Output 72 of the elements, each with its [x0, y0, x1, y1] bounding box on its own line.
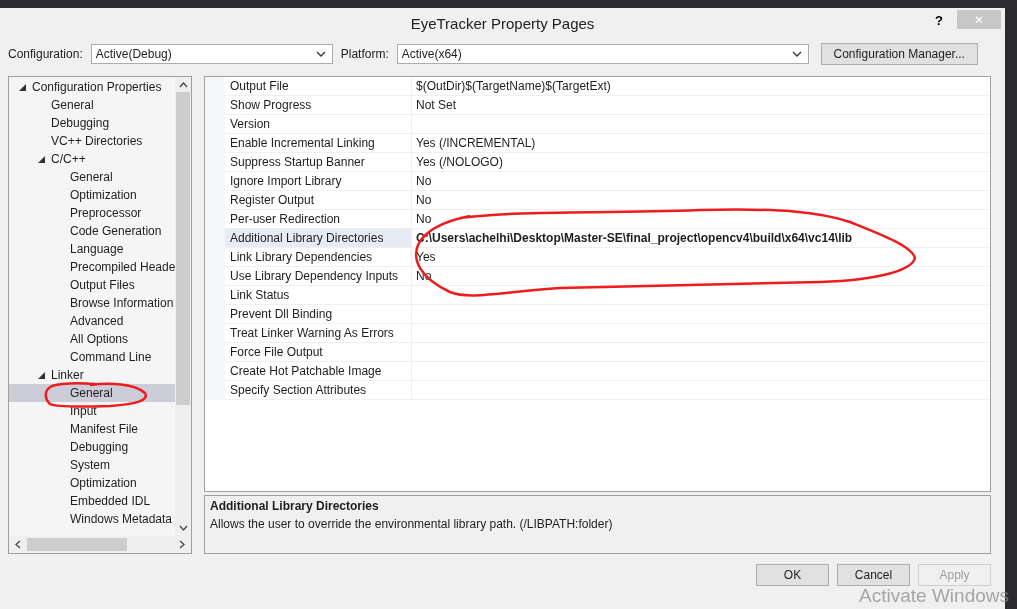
property-name[interactable]: Link Status	[225, 286, 412, 304]
property-name[interactable]: Suppress Startup Banner	[225, 153, 412, 171]
property-value[interactable]: Yes (/INCREMENTAL)	[412, 134, 990, 152]
dialog-button[interactable]: OK	[756, 564, 829, 586]
expanded-triangle-icon	[38, 371, 45, 379]
property-value[interactable]: Yes (/NOLOGO)	[412, 153, 990, 171]
tree-item[interactable]: Debugging	[9, 114, 175, 132]
property-name[interactable]: Enable Incremental Linking	[225, 134, 412, 152]
chevron-down-icon	[791, 51, 802, 57]
scroll-down-icon	[178, 525, 188, 531]
tree-item[interactable]: Debugging	[9, 438, 175, 456]
tree-item[interactable]: Code Generation	[9, 222, 175, 240]
description-text: Allows the user to override the environmental library path. (/LIBPATH:folder)	[210, 517, 614, 531]
property-value[interactable]: No	[412, 210, 990, 228]
tree-item[interactable]: Command Line	[9, 348, 175, 366]
tree-item[interactable]: Browse Information	[9, 294, 175, 312]
tree-item[interactable]: Output Files	[9, 276, 175, 294]
configuration-label: Configuration:	[8, 47, 83, 61]
description-title: Additional Library Directories	[210, 499, 380, 513]
tree-item[interactable]: C/C++	[9, 150, 175, 168]
tree-item[interactable]: Language	[9, 240, 175, 258]
property-name[interactable]: Show Progress	[225, 96, 412, 114]
scroll-right-icon	[179, 540, 185, 549]
tree-item[interactable]: VC++ Directories	[9, 132, 175, 150]
expanded-triangle-icon	[19, 83, 26, 91]
property-name[interactable]: Specify Section Attributes	[225, 381, 412, 399]
property-value[interactable]: No	[412, 172, 990, 190]
tree-item[interactable]: Optimization	[9, 186, 175, 204]
horizontal-scrollbar[interactable]	[9, 536, 191, 553]
window-title: EyeTracker Property Pages	[410, 14, 595, 32]
property-name[interactable]: Version	[225, 115, 412, 133]
chevron-down-icon	[315, 51, 326, 57]
property-name[interactable]: Link Library Dependencies	[225, 248, 412, 266]
tree-item[interactable]: Windows Metadata	[9, 510, 175, 528]
tree-item[interactable]: General	[9, 384, 175, 402]
tree-item[interactable]: Input	[9, 402, 175, 420]
expanded-triangle-icon	[38, 155, 45, 163]
tree-item[interactable]: Configuration Properties	[9, 78, 175, 96]
tree-item[interactable]: Advanced	[9, 312, 175, 330]
property-name[interactable]: Create Hot Patchable Image	[225, 362, 412, 380]
tree-item[interactable]: Optimization	[9, 474, 175, 492]
vertical-scrollbar[interactable]	[175, 77, 191, 536]
tree-item[interactable]: General	[9, 168, 175, 186]
dialog-button[interactable]: Cancel	[837, 564, 910, 586]
tree-item[interactable]: Manifest File	[9, 420, 175, 438]
property-name[interactable]: Force File Output	[225, 343, 412, 361]
configuration-manager-button[interactable]: Configuration Manager...	[820, 43, 978, 65]
tree-item[interactable]: General	[9, 96, 175, 114]
scroll-up-icon	[178, 82, 188, 88]
property-name[interactable]: Ignore Import Library	[225, 172, 412, 190]
tree-item[interactable]: Preprocessor	[9, 204, 175, 222]
property-name[interactable]: Treat Linker Warning As Errors	[225, 324, 412, 342]
property-value[interactable]: Not Set	[412, 96, 990, 114]
property-name[interactable]: Register Output	[225, 191, 412, 209]
tree-item[interactable]: Embedded IDL	[9, 492, 175, 510]
property-name[interactable]: Output File	[225, 77, 412, 95]
scroll-left-icon	[15, 540, 21, 549]
property-name[interactable]: Per-user Redirection	[225, 210, 412, 228]
tree-item[interactable]: System	[9, 456, 175, 474]
help-button[interactable]: ?	[929, 12, 949, 29]
tree-item[interactable]: Precompiled Heade	[9, 258, 175, 276]
property-value[interactable]: No	[412, 191, 990, 209]
platform-dropdown[interactable]: Active(x64)	[396, 44, 809, 64]
configuration-dropdown[interactable]: Active(Debug)	[90, 44, 333, 64]
tree-item[interactable]: All Options	[9, 330, 175, 348]
property-name[interactable]: Use Library Dependency Inputs	[225, 267, 412, 285]
property-name[interactable]: Additional Library Directories	[225, 229, 412, 247]
property-value[interactable]: $(OutDir)$(TargetName)$(TargetExt)	[412, 77, 990, 95]
property-name[interactable]: Prevent Dll Binding	[225, 305, 412, 323]
property-value[interactable]: Yes	[412, 248, 990, 266]
platform-label: Platform:	[340, 47, 389, 61]
tree-item[interactable]: Linker	[9, 366, 175, 384]
